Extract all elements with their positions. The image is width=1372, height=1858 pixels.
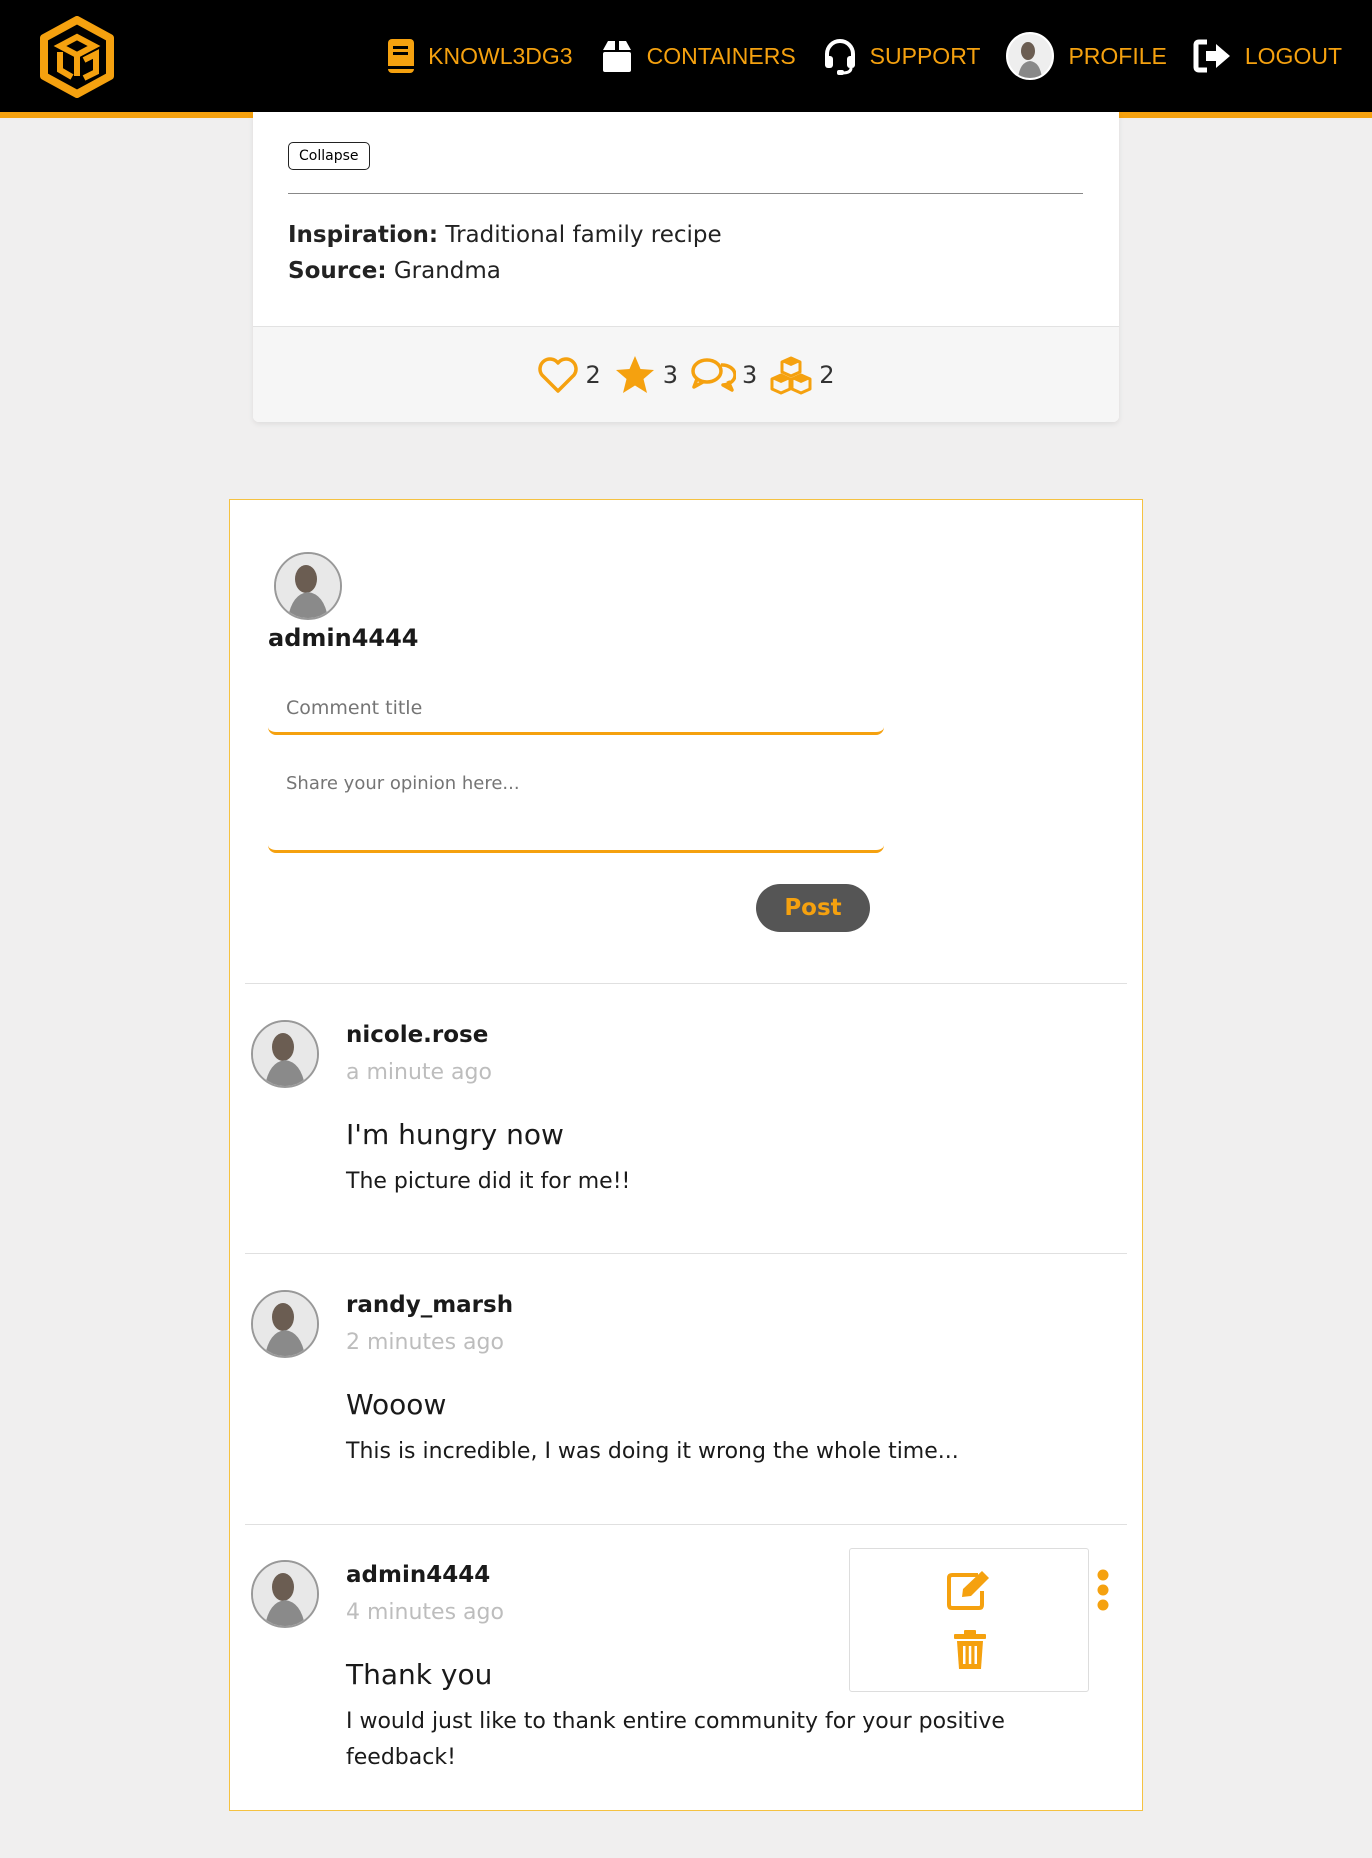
- edit-icon[interactable]: [946, 1569, 992, 1611]
- collapse-button[interactable]: Collapse: [288, 142, 370, 170]
- inspiration-value: Traditional family recipe: [445, 222, 722, 248]
- nav-support-label: SUPPORT: [869, 42, 981, 69]
- star-icon: [615, 355, 654, 393]
- nav-logout[interactable]: LOGOUT: [1193, 38, 1342, 74]
- navbar: KNOWL3DG3 CONTAINERS SUPPORT PROFILE LOG…: [0, 0, 1372, 118]
- user-bust-icon: [253, 1292, 317, 1356]
- user-bust-icon: [253, 1562, 317, 1626]
- like-count: 2: [585, 360, 601, 389]
- comment-count: 3: [742, 360, 758, 389]
- comment-title: Wooow: [346, 1388, 447, 1421]
- comment-title: Thank you: [346, 1658, 493, 1691]
- kebab-menu-icon[interactable]: [1096, 1568, 1110, 1612]
- comment-timestamp: 2 minutes ago: [346, 1330, 504, 1355]
- inspiration-line: Inspiration: Traditional family recipe: [288, 222, 722, 248]
- star-stat[interactable]: 3: [613, 354, 678, 396]
- nav-profile[interactable]: PROFILE: [1006, 32, 1167, 80]
- divider: [245, 1524, 1127, 1525]
- comment-stat[interactable]: 3: [690, 356, 757, 394]
- comment-timestamp: 4 minutes ago: [346, 1600, 504, 1625]
- book-icon: [388, 39, 415, 73]
- nav-logout-label: LOGOUT: [1244, 42, 1342, 69]
- comment-body: This is incredible, I was doing it wrong…: [346, 1439, 959, 1464]
- user-bust-icon: [1008, 34, 1053, 78]
- user-bust-icon: [276, 554, 340, 618]
- comment-body-input[interactable]: [268, 757, 884, 853]
- divider: [245, 983, 1127, 984]
- trash-icon[interactable]: [952, 1629, 988, 1671]
- nav-containers-label: CONTAINERS: [646, 42, 796, 69]
- box-icon: [602, 41, 631, 72]
- post-button[interactable]: Post: [756, 884, 870, 932]
- composer-username: admin4444: [268, 624, 419, 652]
- divider: [288, 193, 1083, 194]
- user-bust-icon: [253, 1022, 317, 1086]
- sign-out-icon: [1193, 39, 1230, 73]
- headset-icon: [824, 39, 855, 75]
- nav-knowledge-label: KNOWL3DG3: [428, 42, 573, 69]
- avatar[interactable]: [251, 1020, 319, 1088]
- nav-knowledge[interactable]: KNOWL3DG3: [386, 38, 573, 74]
- nav-containers[interactable]: CONTAINERS: [599, 38, 796, 74]
- cube-logo-icon[interactable]: [38, 16, 116, 98]
- recipe-stats-bar: 2 3 3 2: [253, 326, 1119, 422]
- comment-username[interactable]: admin4444: [346, 1562, 490, 1588]
- comment-timestamp: a minute ago: [346, 1060, 492, 1085]
- comment-username[interactable]: randy_marsh: [346, 1292, 513, 1318]
- comment-body: I would just like to thank entire commun…: [346, 1709, 1005, 1770]
- like-stat[interactable]: 2: [537, 356, 601, 394]
- comment-body: The picture did it for me!!: [346, 1169, 631, 1194]
- container-stat[interactable]: 2: [769, 355, 835, 395]
- container-count: 2: [819, 360, 835, 389]
- comments-panel: admin4444 Post nicole.rose a minute ago …: [229, 499, 1143, 1811]
- star-count: 3: [662, 360, 678, 389]
- source-line: Source: Grandma: [288, 258, 501, 284]
- avatar[interactable]: [251, 1560, 319, 1628]
- cubes-icon: [770, 356, 812, 394]
- avatar: [1006, 32, 1055, 80]
- avatar[interactable]: [251, 1290, 319, 1358]
- comment-title: I'm hungry now: [346, 1118, 564, 1151]
- source-value: Grandma: [393, 258, 501, 284]
- heart-icon: [538, 356, 579, 393]
- main-nav: KNOWL3DG3 CONTAINERS SUPPORT PROFILE LOG…: [360, 0, 1342, 112]
- nav-support[interactable]: SUPPORT: [822, 37, 981, 75]
- comment-username[interactable]: nicole.rose: [346, 1022, 488, 1048]
- recipe-card: Collapse Inspiration: Traditional family…: [253, 112, 1119, 422]
- comment-actions-menu: [849, 1548, 1089, 1692]
- nav-profile-label: PROFILE: [1068, 42, 1167, 69]
- comment-title-input[interactable]: [268, 683, 884, 735]
- composer-avatar: [274, 552, 342, 620]
- inspiration-label: Inspiration:: [288, 222, 439, 248]
- comments-icon: [691, 357, 736, 392]
- source-label: Source:: [288, 258, 387, 284]
- divider: [245, 1253, 1127, 1254]
